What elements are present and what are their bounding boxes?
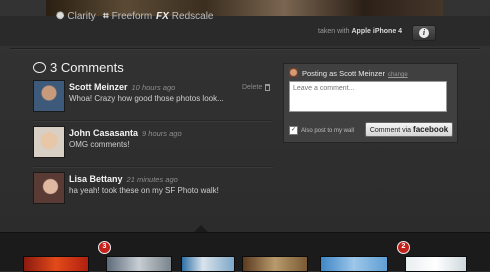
also-post-checkbox[interactable]: ✓	[289, 126, 298, 135]
comment-author: John Casasanta 9 hours ago	[69, 128, 182, 138]
comment-divider	[33, 166, 273, 167]
filter-label: Redscale	[171, 10, 214, 22]
comment-text: Whoa! Crazy how good those photos look..…	[69, 94, 224, 103]
comment-count-badge: 2	[397, 241, 410, 254]
avatar[interactable]	[33, 172, 65, 204]
also-post-option[interactable]: ✓ Also post to my wall	[289, 126, 354, 135]
comment-divider	[33, 120, 273, 121]
author-name[interactable]: Scott Meinzer	[69, 82, 128, 92]
author-name[interactable]: Lisa Bettany	[69, 174, 123, 184]
delete-label: Delete	[242, 84, 263, 91]
avatar[interactable]	[33, 126, 65, 158]
filter-label: Freeform	[111, 10, 153, 22]
comment-text: ha yeah! took these on my SF Photo walk!	[69, 186, 219, 195]
taken-with-text: taken with Apple iPhone 4	[318, 28, 402, 35]
button-prefix: Comment via	[369, 127, 412, 134]
sparkle-icon: ✺	[56, 10, 65, 22]
info-button[interactable]: i	[412, 25, 436, 41]
comment-item: Lisa Bettany 21 minutes ago ha yeah! took…	[33, 172, 273, 216]
device-name: Apple iPhone 4	[351, 28, 403, 35]
change-link[interactable]: change	[388, 72, 408, 78]
divider	[10, 48, 480, 49]
avatar[interactable]	[33, 80, 65, 112]
comment-form: Posting as Scott Meinzerchange ✓ Also po…	[283, 63, 458, 143]
filter-redscale[interactable]: FX Redscale	[156, 9, 213, 23]
crop-icon: ⌗	[103, 10, 109, 22]
filter-label: Clarity	[67, 10, 96, 22]
taken-prefix: taken with	[318, 28, 350, 35]
posting-as: Posting as Scott Meinzer change	[302, 69, 408, 78]
comment-time: 21 minutes ago	[126, 175, 178, 184]
avatar	[289, 68, 298, 77]
filter-freeform[interactable]: ⌗ Freeform	[103, 9, 152, 23]
speech-bubble-icon	[33, 62, 46, 73]
trash-icon	[265, 84, 271, 91]
info-icon: i	[419, 28, 429, 38]
comment-author: Lisa Bettany 21 minutes ago	[69, 174, 178, 184]
delete-button[interactable]: Delete	[242, 84, 271, 91]
facebook-logo: facebook	[413, 125, 449, 134]
filter-clarity[interactable]: ✺ Clarity	[56, 9, 96, 23]
comment-author: Scott Meinzer 10 hours ago	[69, 82, 175, 92]
posting-as-label: Posting as Scott Meinzer	[302, 69, 385, 78]
comment-via-facebook-button[interactable]: Comment via facebook	[365, 122, 453, 137]
comment-count-badge: 3	[98, 241, 111, 254]
comment-item: John Casasanta 9 hours ago OMG comments!	[33, 126, 273, 170]
comments-count: 3 Comments	[50, 60, 124, 75]
fx-icon: FX	[156, 10, 169, 22]
comment-input[interactable]	[289, 81, 447, 112]
comments-header: 3 Comments	[33, 60, 124, 75]
comment-text: OMG comments!	[69, 140, 130, 149]
comment-time: 10 hours ago	[131, 83, 176, 92]
comment-time: 9 hours ago	[142, 129, 182, 138]
also-post-label: Also post to my wall	[301, 127, 355, 134]
comment-item: Scott Meinzer 10 hours ago Whoa! Crazy ho…	[33, 80, 273, 124]
author-name[interactable]: John Casasanta	[69, 128, 138, 138]
